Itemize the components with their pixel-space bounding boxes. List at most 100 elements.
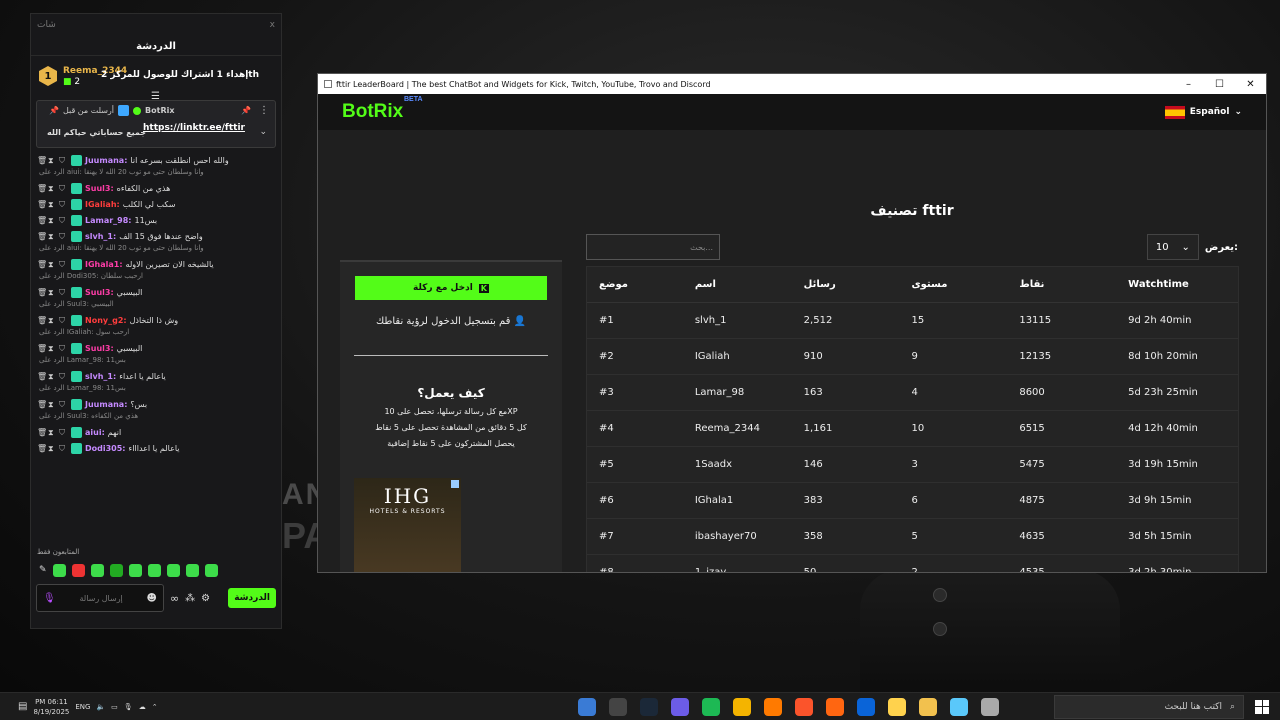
delete-icon[interactable]: 🗑	[37, 200, 47, 209]
delete-icon[interactable]: 🗑	[37, 232, 47, 241]
taskbar-app-icon[interactable]	[670, 697, 689, 716]
pinned-user[interactable]: BotRix	[145, 106, 174, 115]
message-username[interactable]: Suul3:	[85, 288, 114, 297]
chat-input[interactable]: 🎙 إرسال رسالة ☻	[36, 584, 164, 612]
taskbar-app-icon[interactable]	[949, 697, 968, 716]
delete-icon[interactable]: 🗑	[37, 260, 47, 269]
message-username[interactable]: IGhala1:	[85, 260, 123, 269]
message-username[interactable]: Juumana:	[85, 156, 127, 165]
message-username[interactable]: aiui:	[85, 428, 105, 437]
timeout-icon[interactable]: ⧗	[48, 260, 56, 269]
chat-close-button[interactable]: x	[270, 20, 275, 30]
timeout-icon[interactable]: ⧗	[48, 184, 56, 193]
message-username[interactable]: slvh_1:	[85, 372, 116, 381]
mic-icon[interactable]: 🎙	[124, 703, 133, 711]
taskbar-app-icon[interactable]	[794, 697, 813, 716]
reply-context[interactable]: الرد على aiui: وانا وسلطان حتى مو توب 20…	[37, 244, 275, 256]
emote-icon[interactable]	[90, 563, 104, 577]
page-size-select[interactable]: 10 ⌄	[1146, 234, 1199, 260]
reply-context[interactable]: الرد على aiui: وانا وسلطان حتى مو توب 20…	[37, 168, 275, 180]
taskbar-app-icon[interactable]	[980, 697, 999, 716]
delete-icon[interactable]: 🗑	[37, 216, 47, 225]
timeout-icon[interactable]: ⧗	[48, 216, 56, 225]
timeout-icon[interactable]: ⧗	[48, 200, 56, 209]
botrix-logo[interactable]: BotRix BETA	[342, 96, 423, 123]
col-messages[interactable]: رسائل	[804, 279, 912, 290]
emote-icon[interactable]	[109, 563, 123, 577]
delete-icon[interactable]: 🗑	[37, 288, 47, 297]
emote-icon[interactable]	[147, 563, 161, 577]
timeout-icon[interactable]: ⧗	[48, 444, 56, 453]
emote-icon[interactable]	[128, 563, 142, 577]
timeout-icon[interactable]: ⧗	[48, 428, 56, 437]
more-icon[interactable]: ⋮	[259, 105, 269, 116]
clock[interactable]: PM 06:11 8/19/2025	[33, 697, 69, 717]
taskbar-app-icon[interactable]	[732, 697, 751, 716]
taskbar-app-icon[interactable]	[887, 697, 906, 716]
emote-icon[interactable]	[204, 563, 218, 577]
timeout-icon[interactable]: ⧗	[48, 316, 56, 325]
taskbar-app-icon[interactable]	[608, 697, 627, 716]
delete-icon[interactable]: 🗑	[37, 444, 47, 453]
gear-icon[interactable]: ⚙	[201, 593, 210, 604]
timeout-icon[interactable]: ⧗	[48, 372, 56, 381]
message-username[interactable]: Suul3:	[85, 184, 114, 193]
chevron-down-icon[interactable]: ⌄	[259, 127, 267, 137]
timeout-icon[interactable]: ⧗	[48, 288, 56, 297]
taskbar-app-icon[interactable]	[825, 697, 844, 716]
col-watchtime[interactable]: Watchtime	[1128, 279, 1238, 290]
message-username[interactable]: slvh_1:	[85, 232, 116, 241]
timeout-icon[interactable]: ⧗	[48, 232, 56, 241]
search-input[interactable]: بحث...	[586, 234, 720, 260]
reply-context[interactable]: الرد على Suul3: هذي من الكفاءه	[37, 412, 275, 424]
start-button[interactable]	[1244, 699, 1280, 714]
mic-icon[interactable]: 🎙	[43, 593, 56, 604]
message-username[interactable]: Lamar_98:	[85, 216, 132, 225]
col-points[interactable]: نقاط	[1019, 279, 1128, 290]
users-icon[interactable]: ⁂	[185, 593, 195, 604]
reply-context[interactable]: الرد على Suul3: البيسبي	[37, 300, 275, 312]
taskbar-search[interactable]: اكتب هنا للبحث ⌕	[1054, 694, 1244, 719]
reply-context[interactable]: الرد على Dodi305: ارحبب سلطان	[37, 272, 275, 284]
delete-icon[interactable]: 🗑	[37, 184, 47, 193]
minimize-icon[interactable]: –	[1173, 79, 1204, 90]
timeout-icon[interactable]: ⧗	[48, 156, 56, 165]
col-position[interactable]: موضع	[587, 279, 695, 290]
delete-icon[interactable]: 🗑	[37, 428, 47, 437]
taskbar-app-icon[interactable]	[856, 697, 875, 716]
reply-context[interactable]: الرد على Lamar_98: 11بس	[37, 356, 275, 368]
emote-icon[interactable]	[166, 563, 180, 577]
reply-context[interactable]: الرد على Lamar_98: 11بس	[37, 384, 275, 396]
col-name[interactable]: اسم	[695, 279, 804, 290]
emote-panel-icon[interactable]: ✎	[39, 565, 47, 575]
emote-icon[interactable]	[52, 563, 66, 577]
taskbar-app-icon[interactable]	[639, 697, 658, 716]
infinity-icon[interactable]: ∞	[170, 592, 179, 605]
delete-icon[interactable]: 🗑	[37, 344, 47, 353]
timeout-icon[interactable]: ⧗	[48, 400, 56, 409]
pin-icon-2[interactable]: 📌	[241, 106, 251, 115]
taskbar-app-icon[interactable]	[763, 697, 782, 716]
col-level[interactable]: مستوى	[912, 279, 1020, 290]
language-indicator[interactable]: ENG	[75, 703, 90, 711]
ad-banner[interactable]: IHG HOTELS & RESORTS	[354, 478, 461, 572]
message-username[interactable]: Nony_g2:	[85, 316, 127, 325]
taskbar-app-icon[interactable]	[577, 697, 596, 716]
delete-icon[interactable]: 🗑	[37, 316, 47, 325]
send-button[interactable]: الدردشة	[228, 588, 276, 608]
emoji-icon[interactable]: ☻	[147, 593, 157, 604]
language-selector[interactable]: Español ⌄	[1164, 105, 1242, 119]
taskbar-app-icon[interactable]	[918, 697, 937, 716]
chevron-up-icon[interactable]: ⌃	[152, 703, 158, 711]
taskbar-app-icon[interactable]	[701, 697, 720, 716]
speaker-icon[interactable]: 🔈	[96, 703, 105, 711]
network-icon[interactable]: ▭	[111, 703, 118, 711]
delete-icon[interactable]: 🗑	[37, 372, 47, 381]
message-username[interactable]: IGaliah:	[85, 200, 120, 209]
delete-icon[interactable]: 🗑	[37, 156, 47, 165]
reply-context[interactable]: الرد على IGaliah: ارحب سول	[37, 328, 275, 340]
pinned-link[interactable]: https://linktr.ee/fttir	[143, 123, 269, 133]
kick-login-button[interactable]: ادخل مع ركلة K	[355, 276, 547, 300]
notification-icon[interactable]: ▤	[18, 701, 27, 712]
close-icon[interactable]: ✕	[1235, 79, 1266, 90]
